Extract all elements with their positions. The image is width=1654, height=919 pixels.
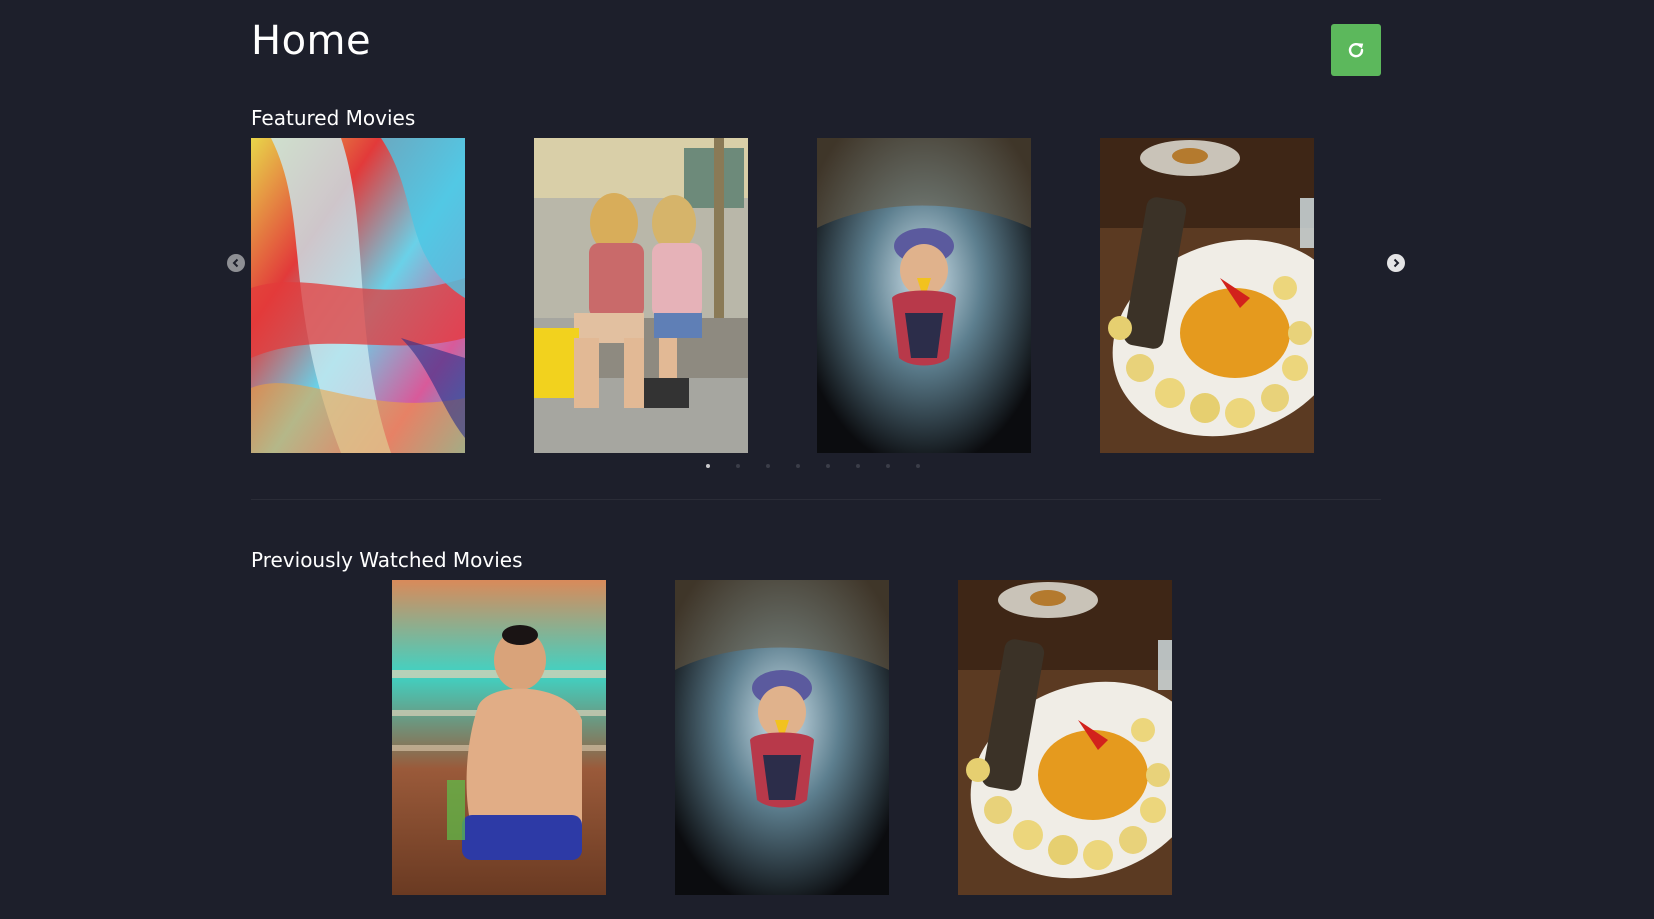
featured-movies-heading: Featured Movies (251, 106, 416, 130)
carousel-prev-button[interactable] (227, 254, 245, 272)
featured-movie-poster-3[interactable] (817, 138, 1031, 453)
carousel-indicator-6[interactable] (856, 464, 860, 468)
watched-movie-poster-3[interactable] (958, 580, 1172, 895)
watched-movie-poster-2[interactable] (675, 580, 889, 895)
girls-on-phones-poster-image (534, 138, 748, 453)
refresh-button[interactable] (1331, 24, 1381, 76)
food-plate-poster-image (1100, 138, 1314, 453)
carousel-indicator-8[interactable] (916, 464, 920, 468)
carousel-indicator-5[interactable] (826, 464, 830, 468)
featured-movie-poster-2[interactable] (534, 138, 748, 453)
carousel-indicator-7[interactable] (886, 464, 890, 468)
swimmer-underwater-poster-image (817, 138, 1031, 453)
sumo-wrestler-poster-image (392, 580, 606, 895)
carousel-indicator-4[interactable] (796, 464, 800, 468)
carousel-indicator-1[interactable] (706, 464, 710, 468)
abstract-paint-poster-image (251, 138, 465, 453)
chevron-left-icon (232, 258, 239, 268)
chevron-right-icon (1393, 258, 1400, 268)
watched-movie-poster-1[interactable] (392, 580, 606, 895)
page-title: Home (251, 18, 372, 64)
section-divider (251, 499, 1381, 500)
carousel-indicator-3[interactable] (766, 464, 770, 468)
featured-movie-poster-1[interactable] (251, 138, 465, 453)
food-plate-poster-image (958, 580, 1172, 895)
featured-movie-poster-4[interactable] (1100, 138, 1314, 453)
carousel-indicator-2[interactable] (736, 464, 740, 468)
swimmer-underwater-poster-image (675, 580, 889, 895)
refresh-icon (1348, 43, 1364, 58)
carousel-indicators (706, 464, 920, 472)
previously-watched-heading: Previously Watched Movies (251, 548, 523, 572)
home-page: Home Featured Movies Previously Watched … (0, 0, 1654, 919)
carousel-next-button[interactable] (1387, 254, 1405, 272)
